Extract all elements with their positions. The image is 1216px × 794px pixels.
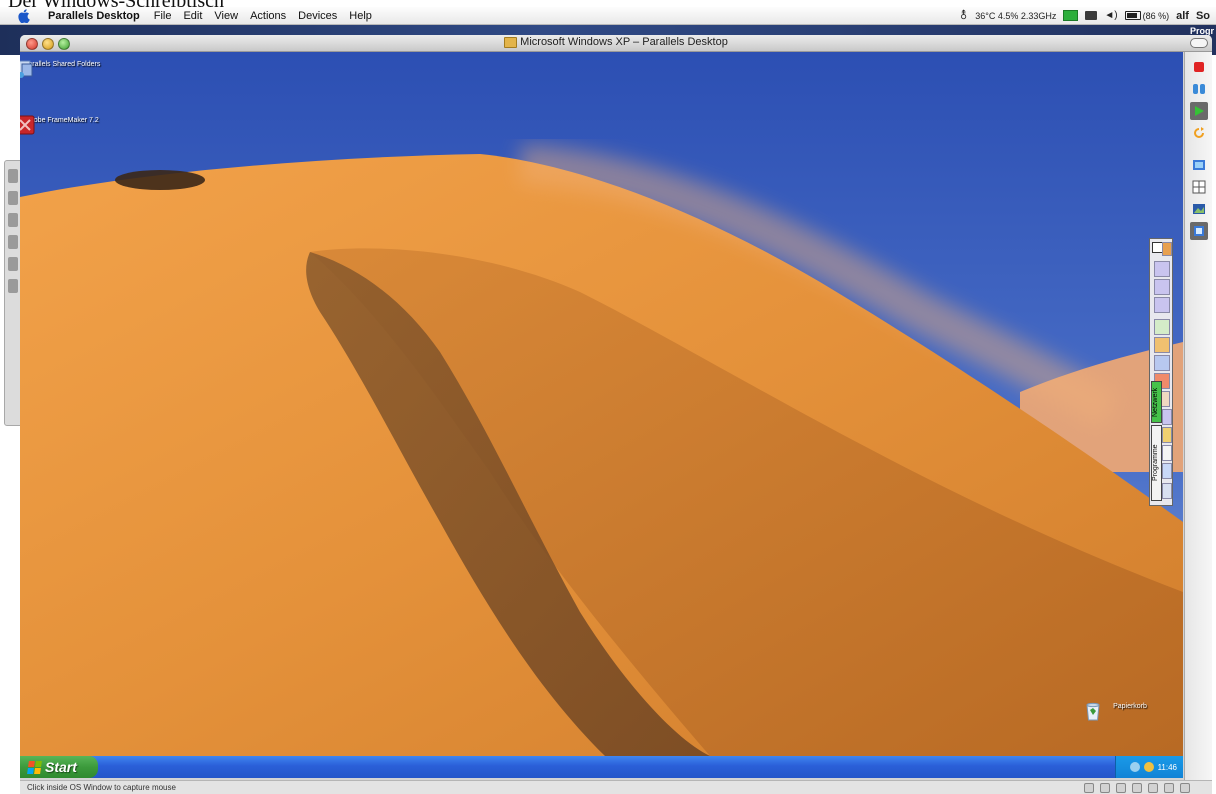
panel-item[interactable] <box>8 257 18 271</box>
desktop-icon-shared-folders[interactable]: Parallels Shared Folders <box>20 58 110 78</box>
cpu-status-text[interactable]: 36°C 4.5% 2.33GHz <box>975 11 1056 21</box>
quickbar-slot[interactable] <box>1162 409 1172 425</box>
windows-logo-icon <box>27 760 42 774</box>
window-title: Microsoft Windows XP – Parallels Desktop <box>20 36 1212 48</box>
apple-icon[interactable] <box>16 8 32 23</box>
toolbar-toggle-button[interactable] <box>1190 38 1208 48</box>
mac-menubar: Parallels Desktop File Edit View Actions… <box>0 7 1216 25</box>
quickbar-app-icon[interactable] <box>1162 463 1172 479</box>
quickbar-app-icon[interactable] <box>1154 319 1170 335</box>
quickbar-app-icon[interactable] <box>1154 337 1170 353</box>
quickbar-tab-programme[interactable]: Programme <box>1151 425 1162 501</box>
battery-percent: (86 %) <box>1142 10 1170 21</box>
menubar-status-area: ⚨ 36°C 4.5% 2.33GHz ◄) (86 %) alf So <box>959 7 1210 24</box>
fullscreen-icon[interactable] <box>1190 178 1208 196</box>
window-mode-icon[interactable] <box>1190 156 1208 174</box>
security-tray-icon[interactable] <box>1143 762 1154 772</box>
usb-icon[interactable] <box>1148 783 1158 793</box>
status-message: Click inside OS Window to capture mouse <box>27 783 176 792</box>
desktop-icon-label: Adobe FrameMaker 7.2 <box>25 117 99 124</box>
menu-view[interactable]: View <box>208 10 244 22</box>
quickbar-slot[interactable] <box>1154 297 1170 313</box>
volume-icon[interactable]: ◄) <box>1104 10 1117 21</box>
panel-item[interactable] <box>8 169 18 183</box>
coherence-icon[interactable] <box>1190 222 1208 240</box>
restart-vm-icon[interactable] <box>1190 124 1208 142</box>
desktop-icon-label: Papierkorb <box>1113 703 1147 710</box>
floppy-icon[interactable] <box>1084 783 1094 793</box>
play-vm-icon[interactable] <box>1190 102 1208 120</box>
xp-taskbar: Start 11:46 <box>20 756 1183 778</box>
cd-icon[interactable] <box>1116 783 1126 793</box>
quickbar-tab-netzwerk[interactable]: Netzwerk <box>1151 381 1162 423</box>
device-status-icons <box>1084 783 1190 793</box>
panel-item[interactable] <box>8 191 18 205</box>
menu-app-name[interactable]: Parallels Desktop <box>42 10 148 22</box>
panel-item[interactable] <box>8 235 18 249</box>
quickbar-slot[interactable] <box>1154 279 1170 295</box>
shared-folder-icon <box>20 60 33 78</box>
network-icon[interactable] <box>1132 783 1142 793</box>
menu-help[interactable]: Help <box>343 10 378 22</box>
recycle-bin-icon <box>1086 702 1100 721</box>
menu-file[interactable]: File <box>148 10 178 22</box>
framemaker-icon <box>20 115 35 135</box>
quick-launch-bar: Netzwerk Programme <box>1149 238 1173 506</box>
stop-vm-icon[interactable] <box>1190 58 1208 76</box>
menu-edit[interactable]: Edit <box>177 10 208 22</box>
quickbar-app-icon[interactable] <box>1162 427 1172 443</box>
quickbar-app-icon[interactable] <box>1154 355 1170 371</box>
activity-monitor-icon[interactable] <box>1063 10 1079 21</box>
parallels-sidebar <box>1184 52 1212 780</box>
window-statusbar: Click inside OS Window to capture mouse <box>20 780 1212 794</box>
screenshot-icon[interactable] <box>1190 200 1208 218</box>
keyboard-icon[interactable] <box>1180 783 1190 793</box>
window-titlebar[interactable]: Microsoft Windows XP – Parallels Desktop <box>20 35 1212 52</box>
menu-devices[interactable]: Devices <box>292 10 343 22</box>
taskbar-clock[interactable]: 11:46 <box>1158 763 1177 772</box>
temperature-icon[interactable]: ⚨ <box>959 9 968 22</box>
desert-wallpaper <box>20 52 1183 756</box>
folder-icon <box>504 36 518 48</box>
system-tray: 11:46 <box>1115 756 1183 778</box>
desktop-icon-framemaker[interactable]: Adobe FrameMaker 7.2 <box>20 114 110 135</box>
xp-desktop[interactable]: Parallels Shared Folders Adobe FrameMake… <box>20 52 1183 756</box>
menu-actions[interactable]: Actions <box>244 10 292 22</box>
display-icon[interactable] <box>1085 11 1098 20</box>
start-label: Start <box>45 759 77 775</box>
user-name[interactable]: alf <box>1176 10 1189 22</box>
sound-icon[interactable] <box>1164 783 1174 793</box>
quickbar-app-icon[interactable] <box>1162 445 1172 461</box>
panel-item[interactable] <box>8 213 18 227</box>
quickbar-slot[interactable] <box>1154 261 1170 277</box>
menubar-clock[interactable]: So <box>1196 10 1210 22</box>
pause-vm-icon[interactable] <box>1190 80 1208 98</box>
panel-item[interactable] <box>8 279 18 293</box>
battery-icon <box>1124 11 1141 20</box>
start-button[interactable]: Start <box>20 756 98 778</box>
desktop-icon-recycle-bin[interactable]: Papierkorb <box>1082 700 1178 721</box>
quickbar-item[interactable] <box>1162 242 1172 256</box>
parallels-window: Microsoft Windows XP – Parallels Desktop <box>20 35 1212 794</box>
hard-disk-icon[interactable] <box>1100 783 1110 793</box>
quickbar-app-icon[interactable] <box>1162 483 1172 499</box>
battery-status[interactable]: (86 %) <box>1124 10 1170 21</box>
window-title-text: Microsoft Windows XP – Parallels Desktop <box>520 36 728 48</box>
network-tray-icon[interactable] <box>1129 762 1140 772</box>
